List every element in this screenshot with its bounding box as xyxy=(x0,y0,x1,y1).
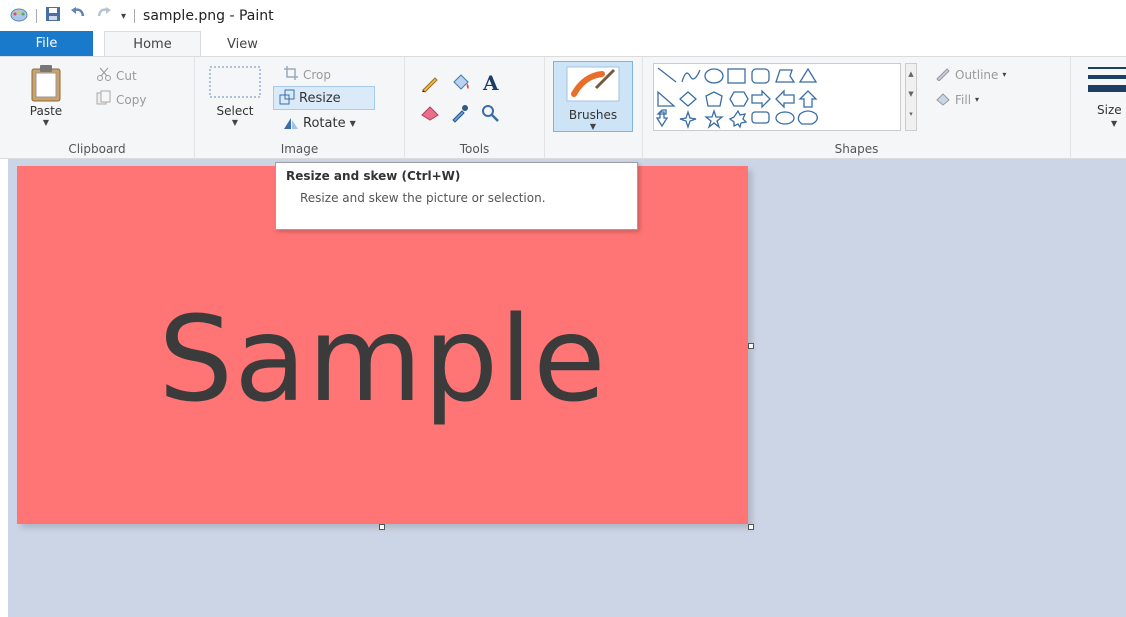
tooltip-title: Resize and skew (Ctrl+W) xyxy=(286,169,461,183)
paste-button[interactable]: Paste ▼ xyxy=(22,63,70,127)
customize-qat-icon[interactable]: ▾ xyxy=(121,11,126,22)
tab-file[interactable]: File xyxy=(0,31,93,56)
tools-group: A Tools xyxy=(405,57,545,159)
crop-button[interactable]: Crop xyxy=(283,65,331,84)
fill-label: Fill xyxy=(955,92,972,107)
paint-app-icon[interactable] xyxy=(10,6,28,26)
brushes-group: Brushes ▼ xyxy=(545,57,643,159)
fill-bucket-icon[interactable] xyxy=(450,73,472,97)
select-label: Select xyxy=(216,104,254,118)
tab-view[interactable]: View xyxy=(209,32,276,56)
fill-icon xyxy=(935,90,951,109)
brush-icon xyxy=(566,66,620,106)
fill-button[interactable]: Fill ▾ xyxy=(935,90,979,109)
resize-icon xyxy=(279,89,295,108)
image-group: Select ▼ Crop Resize Rotate ▼ Image xyxy=(195,57,405,159)
copy-label: Copy xyxy=(116,92,147,107)
outline-button[interactable]: Outline ▾ xyxy=(935,65,1006,84)
separator xyxy=(134,9,136,23)
chevron-down-icon: ▾ xyxy=(975,95,980,104)
title-bar: ▾ sample.png - Paint xyxy=(0,0,1126,32)
chevron-down-icon: ▾ xyxy=(1002,70,1007,79)
outline-label: Outline xyxy=(955,67,999,82)
rotate-button[interactable]: Rotate ▼ xyxy=(283,114,356,133)
crop-icon xyxy=(283,65,299,84)
scissors-icon xyxy=(96,66,112,85)
save-icon[interactable] xyxy=(45,6,61,26)
ribbon: Paste ▼ Cut Copy Clipboard Select ▼ Crop… xyxy=(0,57,1126,159)
shapes-scrollbar[interactable]: ▲ ▼ ▾ xyxy=(905,63,917,131)
chevron-down-icon: ▼ xyxy=(349,119,356,128)
shapes-group-label: Shapes xyxy=(834,142,879,156)
image-group-label: Image xyxy=(280,142,319,156)
separator xyxy=(36,9,37,23)
brushes-label: Brushes xyxy=(568,108,618,122)
resize-label: Resize xyxy=(299,91,341,106)
shapes-gallery[interactable] xyxy=(653,63,901,131)
copy-button[interactable]: Copy xyxy=(96,90,146,109)
rotate-icon xyxy=(283,114,299,133)
chevron-down-icon: ▼ xyxy=(589,122,597,131)
shapes-gallery-icons xyxy=(655,67,818,130)
resize-button[interactable]: Resize xyxy=(279,89,341,108)
outline-pen-icon xyxy=(935,65,951,84)
chevron-down-icon: ▼ xyxy=(231,118,239,127)
text-icon[interactable]: A xyxy=(483,71,499,95)
paste-label: Paste xyxy=(29,104,63,118)
tab-home[interactable]: Home xyxy=(104,31,201,56)
chevron-down-icon: ▼ xyxy=(42,118,50,127)
chevron-down-icon: ▼ xyxy=(1111,119,1118,128)
undo-icon[interactable] xyxy=(69,6,87,26)
size-button[interactable]: Size xyxy=(1097,103,1126,117)
color-picker-icon[interactable] xyxy=(450,103,470,127)
tooltip-body: Resize and skew the picture or selection… xyxy=(300,191,546,205)
select-button[interactable]: Select ▼ xyxy=(207,65,263,127)
resize-handle-corner[interactable] xyxy=(748,524,754,530)
quick-access-toolbar: ▾ xyxy=(10,6,136,26)
window-title: sample.png - Paint xyxy=(143,8,274,24)
pencil-icon[interactable] xyxy=(420,73,440,97)
rotate-label: Rotate xyxy=(303,116,346,131)
magnifier-icon[interactable] xyxy=(480,103,500,127)
clipboard-group: Paste ▼ Cut Copy Clipboard xyxy=(0,57,195,159)
select-icon xyxy=(208,66,262,102)
canvas-sample-text: Sample xyxy=(158,290,607,428)
resize-handle-right[interactable] xyxy=(748,343,754,349)
cut-label: Cut xyxy=(116,68,137,83)
brushes-button[interactable]: Brushes ▼ xyxy=(553,61,633,132)
resize-handle-bottom[interactable] xyxy=(379,524,385,530)
eraser-icon[interactable] xyxy=(420,103,442,125)
shapes-group: ▲ ▼ ▾ Outline ▾ Fill ▾ Shapes xyxy=(643,57,1071,159)
clipboard-group-label: Clipboard xyxy=(68,142,126,156)
cut-button[interactable]: Cut xyxy=(96,66,137,85)
line-size-icon xyxy=(1088,65,1126,99)
tools-group-label: Tools xyxy=(459,142,490,156)
ribbon-tabs: File Home View xyxy=(0,31,1126,57)
resize-tooltip: Resize and skew (Ctrl+W) Resize and skew… xyxy=(275,162,638,230)
redo-icon[interactable] xyxy=(95,6,113,26)
size-group: Size ▼ xyxy=(1071,57,1126,159)
crop-label: Crop xyxy=(303,67,332,82)
workspace-left-margin xyxy=(0,159,8,617)
copy-icon xyxy=(96,90,112,109)
